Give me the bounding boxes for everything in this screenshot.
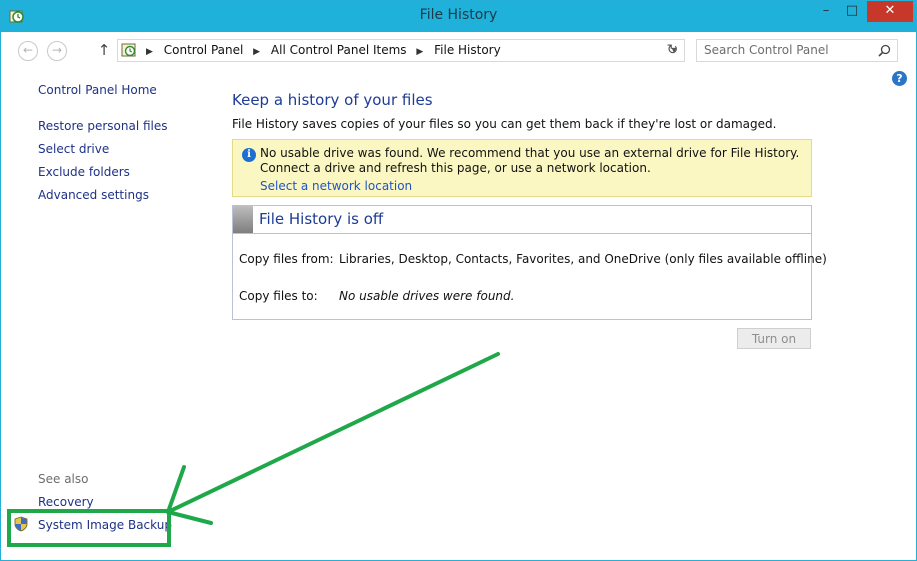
advanced-settings-link[interactable]: Advanced settings: [38, 188, 149, 202]
page-heading: Keep a history of your files: [232, 91, 433, 109]
copy-to-label: Copy files to:: [239, 289, 318, 303]
control-panel-home-link[interactable]: Control Panel Home: [38, 83, 157, 97]
arrow-right-icon: →: [51, 43, 63, 57]
chevron-right-icon: ▶: [146, 47, 153, 57]
file-history-status-panel: File History is off Copy files from: Lib…: [232, 205, 827, 320]
search-box[interactable]: [696, 39, 898, 62]
chevron-right-icon[interactable]: ▶: [253, 47, 260, 57]
recovery-link[interactable]: Recovery: [38, 495, 94, 509]
window-title: File History: [419, 7, 498, 23]
no-drive-warning: i No usable drive was found. We recommen…: [232, 139, 812, 197]
status-gradient-bar: [233, 206, 253, 233]
see-also-heading: See also: [38, 472, 89, 486]
info-icon: i: [242, 148, 256, 162]
intro-text: File History saves copies of your files …: [232, 117, 777, 131]
system-image-backup-link[interactable]: System Image Backup: [38, 518, 172, 532]
maximize-button[interactable]: □: [839, 1, 865, 22]
status-header: File History is off: [233, 206, 811, 234]
refresh-icon: ↻: [666, 42, 679, 58]
refresh-button[interactable]: ↻: [661, 39, 685, 62]
breadcrumb-control-panel[interactable]: Control Panel: [164, 43, 244, 57]
status-title: File History is off: [259, 210, 384, 228]
forward-button[interactable]: →: [47, 41, 67, 61]
chevron-right-icon[interactable]: ▶: [416, 47, 423, 57]
address-bar[interactable]: ▶ Control Panel ▶ All Control Panel Item…: [117, 39, 685, 62]
warning-message: No usable drive was found. We recommend …: [260, 146, 800, 175]
select-drive-link[interactable]: Select drive: [38, 142, 109, 156]
file-history-window: File History – □ ✕ ← → ↑ ▶ Control Panel…: [0, 0, 917, 561]
close-button[interactable]: ✕: [867, 1, 913, 22]
navigation-bar: ← → ↑ ▶ Control Panel ▶ All Control Pane…: [1, 32, 916, 68]
back-button[interactable]: ←: [18, 41, 38, 61]
minimize-button[interactable]: –: [813, 1, 839, 22]
restore-personal-files-link[interactable]: Restore personal files: [38, 119, 168, 133]
arrow-left-icon: ←: [22, 43, 34, 57]
copy-from-label: Copy files from:: [239, 252, 334, 266]
arrow-up-icon: ↑: [97, 41, 111, 59]
select-network-location-link[interactable]: Select a network location: [260, 179, 412, 193]
help-icon[interactable]: ?: [892, 71, 907, 86]
copy-from-value: Libraries, Desktop, Contacts, Favorites,…: [339, 252, 827, 266]
turn-on-button[interactable]: Turn on: [737, 328, 811, 349]
exclude-folders-link[interactable]: Exclude folders: [38, 165, 130, 179]
breadcrumb-all-control-panel-items[interactable]: All Control Panel Items: [271, 43, 407, 57]
breadcrumb-file-history[interactable]: File History: [434, 43, 501, 57]
up-button[interactable]: ↑: [96, 41, 112, 61]
shield-icon: [14, 516, 28, 532]
title-bar[interactable]: File History – □ ✕: [1, 1, 916, 32]
breadcrumb: ▶ Control Panel ▶ All Control Panel Item…: [140, 43, 501, 57]
search-input[interactable]: [704, 43, 874, 57]
copy-to-value: No usable drives were found.: [339, 289, 515, 303]
control-panel-icon: [121, 43, 136, 57]
search-icon: [878, 44, 891, 57]
